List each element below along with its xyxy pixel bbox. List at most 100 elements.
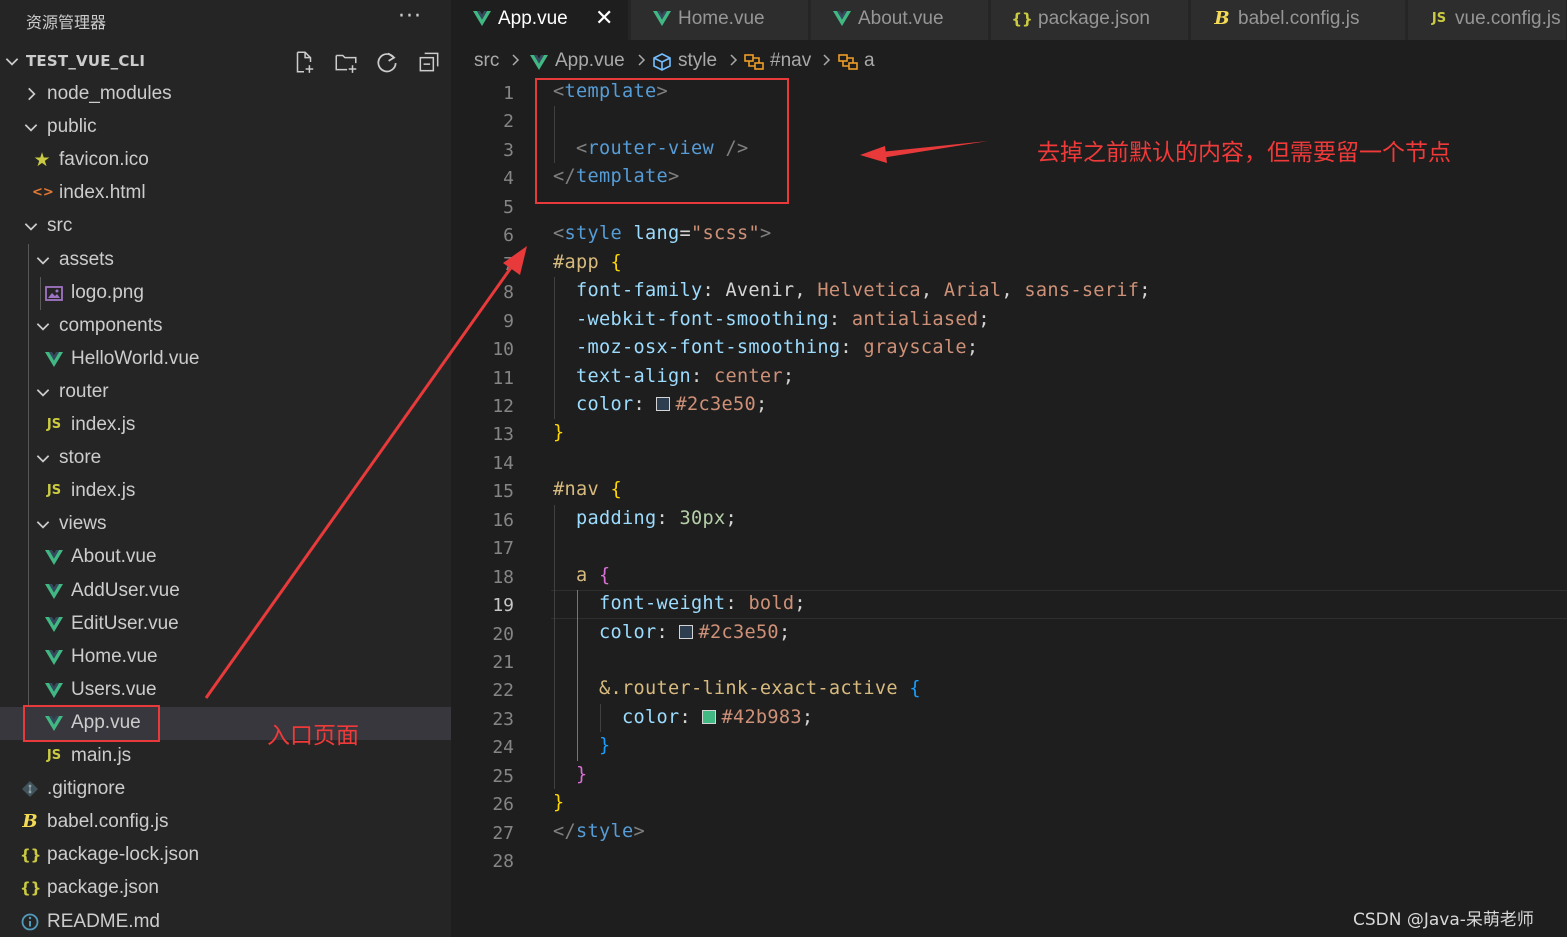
code-line[interactable]: -moz-osx-font-smoothing: grayscale; [553, 337, 978, 358]
breadcrumb-item[interactable]: #nav [770, 50, 811, 72]
color-swatch[interactable] [702, 709, 717, 724]
file-item[interactable]: JS index.js [0, 409, 451, 442]
code-line[interactable]: a { [553, 565, 611, 586]
tab-package-json[interactable]: {} package.json [991, 0, 1189, 40]
folder-item[interactable]: node_modules [0, 78, 451, 111]
file-item[interactable]: Users.vue [0, 674, 451, 707]
file-item[interactable]: ★ favicon.ico [0, 144, 451, 177]
line-number: 12 [492, 395, 514, 417]
file-item[interactable]: Home.vue [0, 641, 451, 674]
more-actions-icon[interactable]: ··· [398, 4, 422, 29]
code-line[interactable]: #nav { [553, 479, 622, 500]
file-item[interactable]: Bbabel.config.js [0, 806, 451, 839]
breadcrumb-item[interactable]: a [864, 50, 875, 72]
code-editor[interactable]: 1 <template> 2 3 <router-view /> 4 </template… [451, 78, 1567, 937]
tab-about-vue[interactable]: About.vue [811, 0, 989, 40]
line-number: 5 [503, 196, 514, 218]
code-line[interactable]: <style lang="scss"> [553, 223, 771, 244]
tab-label: babel.config.js [1238, 8, 1360, 29]
code-line[interactable]: } [553, 422, 565, 443]
refresh-icon[interactable] [374, 49, 400, 75]
code-line[interactable]: } [553, 764, 588, 785]
code-token: #2c3e50 [675, 393, 756, 415]
code-token: font-family [576, 280, 703, 302]
line-number: 9 [503, 310, 514, 332]
code-line[interactable]: } [553, 792, 565, 813]
chevron-down-icon [24, 223, 38, 231]
chevron-right-icon [512, 54, 520, 66]
file-item[interactable]: <> index.html [0, 177, 451, 210]
code-line[interactable]: padding: 30px; [553, 508, 737, 529]
folder-item[interactable]: src [0, 210, 451, 243]
tree-item-label: views [59, 513, 107, 535]
code-token: ; [978, 308, 990, 330]
tree-item-label: src [47, 215, 73, 237]
tree-item-label: router [59, 380, 109, 402]
file-item[interactable]: .gitignore [0, 773, 451, 806]
file-item[interactable]: JS main.js [0, 740, 451, 773]
code-token: color [598, 621, 657, 643]
folder-item[interactable]: router [0, 376, 451, 409]
chevron-down-icon [36, 455, 50, 463]
project-folder-header[interactable]: TEST_VUE_CLI [0, 45, 451, 78]
code-line[interactable]: &.router-link-exact-active { [553, 678, 921, 699]
code-token: , [1001, 280, 1025, 302]
tab-vue-config-js[interactable]: JS vue.config.js [1408, 0, 1567, 40]
file-item[interactable]: {} package.json [0, 872, 451, 905]
file-item[interactable]: logo.png [0, 277, 451, 310]
new-file-icon[interactable] [291, 49, 317, 75]
collapse-all-icon[interactable] [416, 49, 442, 75]
tab-home-vue[interactable]: Home.vue [631, 0, 809, 40]
code-line[interactable]: color: #2c3e50; [553, 622, 790, 643]
code-line[interactable]: #app { [553, 252, 622, 273]
file-item[interactable]: AddUser.vue [0, 575, 451, 608]
code-token: } [598, 735, 611, 757]
code-line[interactable]: font-family: Avenir, Helvetica, Arial, s… [553, 280, 1151, 301]
tab-babel-config-js[interactable]: Bbabel.config.js [1191, 0, 1406, 40]
code-token: : [633, 393, 657, 415]
folder-item[interactable]: store [0, 442, 451, 475]
file-item[interactable]: HelloWorld.vue [0, 343, 451, 376]
line-number: 15 [492, 481, 514, 503]
code-token: 30px [679, 507, 726, 529]
breadcrumb-item[interactable]: style [678, 50, 717, 72]
file-item[interactable]: README.md [0, 906, 451, 937]
line-number: 14 [492, 452, 514, 474]
code-line[interactable]: -webkit-font-smoothing: antialiased; [553, 309, 990, 330]
code-line[interactable]: color: #2c3e50; [553, 394, 767, 415]
tab-label: vue.config.js [1455, 8, 1561, 29]
folder-item[interactable]: assets [0, 244, 451, 277]
tab-app-vue[interactable]: App.vue ✕ [451, 0, 629, 40]
file-item[interactable]: About.vue [0, 541, 451, 574]
folder-item[interactable]: views [0, 508, 451, 541]
code-line[interactable]: text-align: center; [553, 366, 794, 387]
code-line[interactable]: color: #42b983; [553, 707, 813, 728]
color-swatch[interactable] [656, 396, 671, 411]
code-token: : [679, 706, 703, 728]
line-number: 1 [503, 83, 514, 104]
tab-label: package.json [1038, 8, 1150, 29]
new-folder-icon[interactable] [333, 49, 359, 75]
folder-item[interactable]: public [0, 111, 451, 144]
folder-item[interactable]: components [0, 310, 451, 343]
code-line[interactable]: } [553, 735, 610, 756]
code-line[interactable]: font-weight: bold; [553, 593, 806, 614]
breadcrumb-item[interactable]: App.vue [555, 50, 625, 72]
breadcrumb-item[interactable]: src [474, 50, 499, 72]
tree-item-label: logo.png [71, 281, 144, 303]
file-item[interactable]: JS index.js [0, 475, 451, 508]
template-note-annotation: 去掉之前默认的内容，但需要留一个节点 [1037, 140, 1451, 166]
line-number: 17 [492, 538, 514, 560]
close-icon[interactable]: ✕ [595, 6, 613, 31]
file-item[interactable]: {} package-lock.json [0, 839, 451, 872]
code-token: grayscale [863, 337, 967, 359]
color-swatch[interactable] [679, 624, 694, 639]
tree-item-label: index.js [71, 414, 136, 435]
file-item[interactable]: EditUser.vue [0, 608, 451, 641]
code-line[interactable]: </style> [553, 821, 645, 842]
line-number: 13 [492, 424, 514, 446]
code-token: > [633, 820, 645, 842]
